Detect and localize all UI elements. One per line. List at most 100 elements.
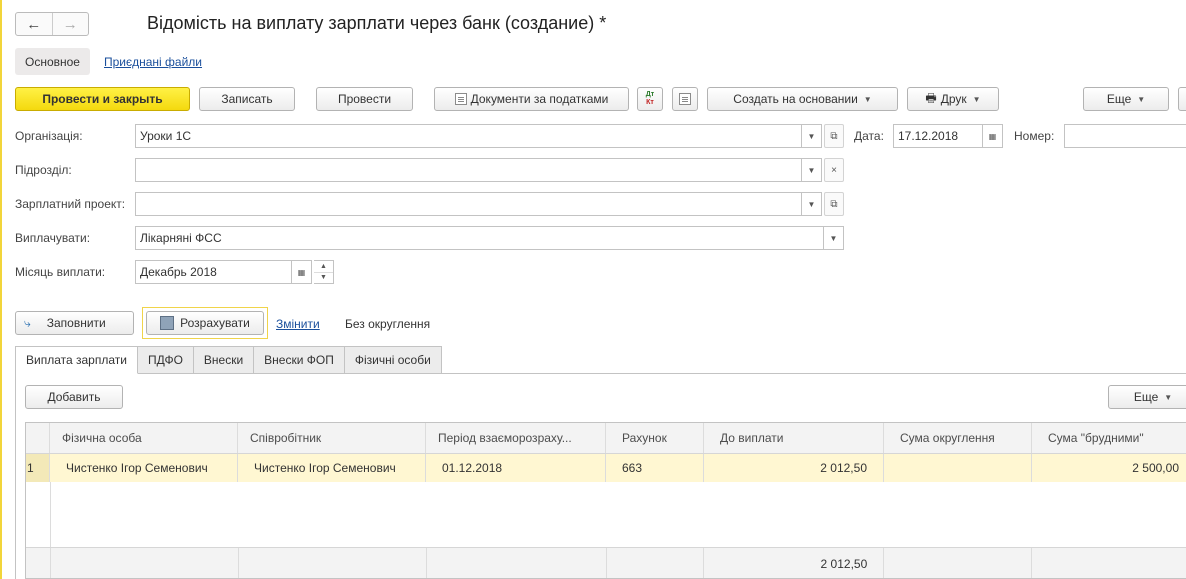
column-header-rounding-sum[interactable]: Сума округлення [884,423,1032,453]
column-header-account[interactable]: Рахунок [606,423,704,453]
cell-to-pay[interactable]: 2 012,50 [704,454,884,482]
table-footer: 2 012,50 [26,547,1186,578]
window-edge-accent [0,0,2,579]
footer-cell [607,548,705,578]
calendar-icon[interactable]: ▦ [983,124,1003,148]
chevron-down-icon[interactable]: ▼ [802,124,822,148]
cell-gross-sum[interactable]: 2 500,00 [1032,454,1186,482]
date-input[interactable]: 17.12.2018 [893,124,983,148]
tabs-row: Виплата зарплати ПДФО Внески Внески ФОП … [15,346,442,374]
chevron-down-icon: ▼ [1164,392,1173,402]
month-spinner[interactable]: ▲ ▼ [314,260,334,284]
calendar-icon[interactable]: ▦ [292,260,312,284]
more-button[interactable]: Еще ▼ [1083,87,1169,111]
table-more-label: Еще [1133,390,1159,404]
tab-panel-left-border [15,373,16,579]
write-button[interactable]: Записать [199,87,295,111]
fill-label: Заповнити [46,316,106,330]
tab-salary-payment[interactable]: Виплата зарплати [15,346,138,374]
cell-period[interactable]: 01.12.2018 [426,454,606,482]
footer-cell [427,548,607,578]
spin-down-icon[interactable]: ▼ [314,273,333,284]
fill-arrow-icon: ⤷ [24,315,31,330]
chevron-down-icon: ▼ [863,94,872,104]
kt-icon: Кт [646,99,654,106]
pay-month-input[interactable]: Декабрь 2018 [135,260,292,284]
department-input[interactable] [135,158,802,182]
calculate-label: Розрахувати [180,316,250,330]
number-input[interactable] [1064,124,1186,148]
column-header-individual[interactable]: Фізична особа [50,423,238,453]
tab-contributions[interactable]: Внески [193,346,255,374]
column-header-n[interactable] [26,423,50,453]
report-icon [679,93,691,105]
change-link[interactable]: Змінити [276,317,320,331]
department-label: Підрозділ: [15,163,72,177]
document-icon [454,93,467,105]
report-button[interactable] [672,87,698,111]
pay-type-label: Виплачувати: [15,231,91,245]
create-based-on-button[interactable]: Создать на основании ▼ [707,87,898,111]
create-based-on-label: Создать на основании [733,92,858,106]
add-button[interactable]: Добавить [25,385,123,409]
chevron-down-icon[interactable]: ▼ [802,158,822,182]
forward-arrow-icon[interactable]: → [51,13,89,35]
back-arrow-icon[interactable]: ← [16,13,52,35]
footer-cell [884,548,1033,578]
open-icon[interactable]: ⧉ [824,124,844,148]
spin-up-icon[interactable]: ▲ [314,261,333,273]
footer-cell [26,548,51,578]
calculate-button[interactable]: Розрахувати [146,311,264,335]
printer-icon: 🖶 [925,90,937,105]
help-button[interactable] [1178,87,1186,111]
tab-panel-border [160,373,1186,374]
payments-table: Фізична особа Співробітник Період взаємо… [25,422,1186,579]
table-more-button[interactable]: Еще ▼ [1108,385,1186,409]
organization-input[interactable]: Уроки 1С [135,124,802,148]
clear-icon[interactable]: × [824,158,844,182]
pay-month-label: Місяць виплати: [15,265,106,279]
dt-icon: Дт [645,91,655,98]
chevron-down-icon[interactable]: ▼ [802,192,822,216]
section-tab-main[interactable]: Основное [15,48,90,75]
tab-pdfo[interactable]: ПДФО [137,346,194,374]
post-button[interactable]: Провести [316,87,413,111]
cell-individual[interactable]: Чистенко Ігор Семенович [50,454,238,482]
cell-rounding-sum[interactable] [884,454,1032,482]
column-header-employee[interactable]: Співробітник [238,423,426,453]
chevron-down-icon[interactable]: ▼ [824,226,844,250]
salary-project-label: Зарплатний проект: [15,197,126,211]
column-header-gross-sum[interactable]: Сума "брудними" [1032,423,1186,453]
tax-documents-button[interactable]: Документи за податками [434,87,629,111]
print-label: Друк [940,92,967,106]
open-icon[interactable]: ⧉ [824,192,844,216]
column-header-period[interactable]: Період взаєморозраху... [426,423,606,453]
footer-cell [1032,548,1186,578]
tax-documents-label: Документи за податками [470,92,609,106]
chevron-down-icon: ▼ [972,94,981,104]
cell-account[interactable]: 663 [606,454,704,482]
footer-total-to-pay: 2 012,50 [704,548,885,578]
dt-kt-button[interactable]: Дт Кт [637,87,663,111]
table-row[interactable]: 1 Чистенко Ігор Семенович Чистенко Ігор … [26,454,1186,482]
table-header: Фізична особа Співробітник Період взаємо… [26,423,1186,454]
salary-project-input[interactable] [135,192,802,216]
rounding-label: Без округлення [345,317,431,331]
footer-cell [239,548,427,578]
cell-employee[interactable]: Чистенко Ігор Семенович [238,454,426,482]
row-number: 1 [26,454,50,482]
chevron-down-icon: ▼ [1137,94,1146,104]
date-label: Дата: [854,129,884,143]
number-label: Номер: [1014,129,1055,143]
tab-individuals[interactable]: Фізичні особи [344,346,442,374]
print-button[interactable]: 🖶 Друк ▼ [907,87,999,111]
more-label: Еще [1106,92,1132,106]
window-title: Відомість на виплату зарплати через банк… [147,13,607,33]
pay-type-select[interactable]: Лікарняні ФСС [135,226,824,250]
section-tab-files[interactable]: Приєднані файли [104,55,202,69]
tab-fop-contributions[interactable]: Внески ФОП [254,346,345,374]
column-header-to-pay[interactable]: До виплати [704,423,884,453]
nav-buttons: ← → [15,12,89,36]
post-and-close-button[interactable]: Провести и закрыть [15,87,190,111]
fill-button[interactable]: ⤷ Заповнити [15,311,134,335]
